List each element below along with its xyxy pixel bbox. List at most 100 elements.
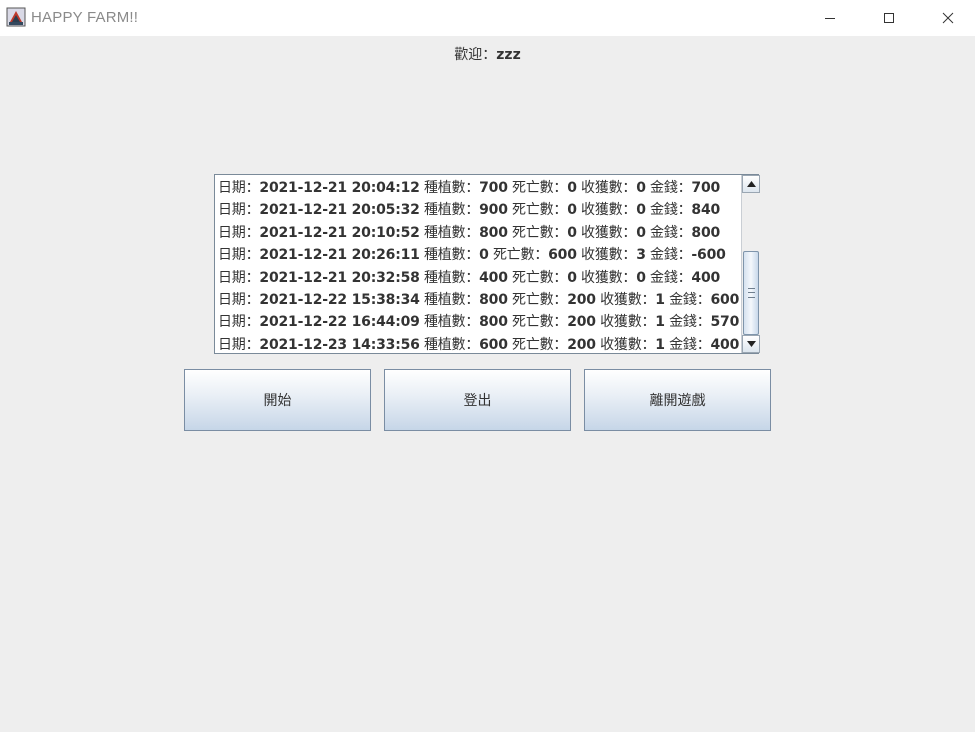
grip-icon (748, 288, 755, 298)
harvest-value: 0 (636, 269, 646, 286)
title-bar[interactable]: HAPPY FARM!! (0, 0, 975, 36)
dead-label: 死亡數： (507, 291, 568, 308)
close-icon (942, 12, 954, 24)
money-label: 金錢： (664, 336, 711, 353)
plant-label: 種植數： (419, 336, 480, 353)
harvest-label: 收獲數： (595, 336, 656, 353)
money-label: 金錢： (645, 247, 692, 264)
plant-value: 700 (479, 180, 508, 196)
list-item[interactable]: 日期：2021-12-21 20:04:12 種植數：700 死亡數：0 收獲數… (218, 177, 740, 199)
welcome-label: 歡迎： (454, 47, 497, 63)
plant-label: 種植數： (419, 247, 480, 264)
dead-value: 0 (567, 224, 577, 241)
dead-value: 0 (567, 202, 577, 219)
window-title: HAPPY FARM!! (31, 9, 139, 26)
dead-label: 死亡數： (507, 336, 568, 353)
harvest-value: 1 (655, 291, 665, 308)
arrow-down-icon (746, 341, 756, 347)
minimize-icon (825, 18, 835, 19)
maximize-button[interactable] (866, 0, 912, 36)
list-item[interactable]: 日期：2021-12-21 20:10:52 種植數：800 死亡數：0 收獲數… (218, 222, 740, 244)
money-value: 600 (710, 291, 740, 308)
harvest-value: 1 (655, 336, 665, 353)
date-value: 2021-12-21 20:10:52 (259, 224, 420, 241)
plant-label: 種植數： (419, 269, 480, 286)
money-label: 金錢： (645, 269, 692, 286)
plant-value: 800 (479, 314, 508, 331)
date-label: 日期： (218, 224, 260, 241)
date-value: 2021-12-21 20:05:32 (259, 202, 420, 219)
logout-button[interactable]: 登出 (384, 369, 571, 431)
vertical-scrollbar[interactable] (741, 175, 760, 353)
date-label: 日期： (218, 202, 260, 219)
money-label: 金錢： (645, 224, 692, 241)
money-value: 400 (710, 336, 740, 353)
arrow-up-icon (746, 181, 756, 187)
date-value: 2021-12-21 20:04:12 (259, 180, 420, 196)
maximize-icon (884, 13, 894, 23)
list-item[interactable]: 日期：2021-12-22 16:44:09 種植數：800 死亡數：200 收… (218, 311, 740, 333)
record-list-content[interactable]: 日期：2021-12-21 20:04:12 種植數：700 死亡數：0 收獲數… (218, 177, 740, 353)
dead-value: 200 (567, 314, 596, 331)
dead-label: 死亡數： (507, 314, 568, 331)
money-value: 400 (691, 269, 721, 286)
start-button[interactable]: 開始 (184, 369, 371, 431)
money-label: 金錢： (664, 291, 711, 308)
harvest-value: 1 (655, 314, 665, 331)
plant-value: 800 (479, 224, 508, 241)
close-button[interactable] (925, 0, 971, 36)
dead-label: 死亡數： (507, 202, 568, 219)
harvest-label: 收獲數： (576, 269, 637, 286)
list-item[interactable]: 日期：2021-12-21 20:26:11 種植數：0 死亡數：600 收獲數… (218, 244, 740, 266)
date-label: 日期： (218, 180, 260, 196)
dead-label: 死亡數： (507, 180, 568, 196)
plant-value: 800 (479, 291, 508, 308)
username: zzz (496, 47, 521, 63)
dead-value: 0 (567, 269, 577, 286)
scroll-down-button[interactable] (742, 335, 760, 353)
plant-label: 種植數： (419, 291, 480, 308)
harvest-label: 收獲數： (595, 291, 656, 308)
plant-value: 900 (479, 202, 508, 219)
dead-value: 200 (567, 336, 596, 353)
list-item[interactable]: 日期：2021-12-23 14:33:56 種植數：600 死亡數：200 收… (218, 334, 740, 353)
harvest-label: 收獲數： (576, 180, 637, 196)
harvest-label: 收獲數： (576, 202, 637, 219)
harvest-value: 0 (636, 202, 646, 219)
plant-label: 種植數： (419, 202, 480, 219)
list-item[interactable]: 日期：2021-12-22 15:38:34 種植數：800 死亡數：200 收… (218, 289, 740, 311)
exit-game-button[interactable]: 離開遊戲 (584, 369, 771, 431)
date-value: 2021-12-22 16:44:09 (259, 314, 420, 331)
list-item[interactable]: 日期：2021-12-21 20:32:58 種植數：400 死亡數：0 收獲數… (218, 267, 740, 289)
dead-value: 0 (567, 180, 577, 196)
date-value: 2021-12-21 20:26:11 (259, 247, 420, 264)
list-item[interactable]: 日期：2021-12-21 20:05:32 種植數：900 死亡數：0 收獲數… (218, 199, 740, 221)
harvest-label: 收獲數： (576, 224, 637, 241)
scroll-up-button[interactable] (742, 175, 760, 193)
dead-label: 死亡數： (507, 269, 568, 286)
date-label: 日期： (218, 314, 260, 331)
money-label: 金錢： (645, 202, 692, 219)
java-cup-icon (6, 7, 26, 27)
plant-label: 種植數： (419, 180, 480, 196)
harvest-label: 收獲數： (576, 247, 637, 264)
scroll-thumb[interactable] (743, 251, 759, 335)
plant-value: 400 (479, 269, 508, 286)
date-label: 日期： (218, 269, 260, 286)
date-value: 2021-12-21 20:32:58 (259, 269, 420, 286)
date-label: 日期： (218, 247, 260, 264)
minimize-button[interactable] (807, 0, 853, 36)
harvest-label: 收獲數： (595, 314, 656, 331)
harvest-value: 0 (636, 180, 646, 196)
date-label: 日期： (218, 291, 260, 308)
money-value: 570 (710, 314, 740, 331)
plant-value: 0 (479, 247, 489, 264)
money-value: 700 (691, 180, 721, 196)
money-value: 800 (691, 224, 721, 241)
dead-label: 死亡數： (488, 247, 549, 264)
record-list[interactable]: 日期：2021-12-21 20:04:12 種植數：700 死亡數：0 收獲數… (214, 174, 760, 354)
dead-value: 200 (567, 291, 596, 308)
date-value: 2021-12-22 15:38:34 (259, 291, 420, 308)
dead-value: 600 (548, 247, 577, 264)
money-label: 金錢： (664, 314, 711, 331)
